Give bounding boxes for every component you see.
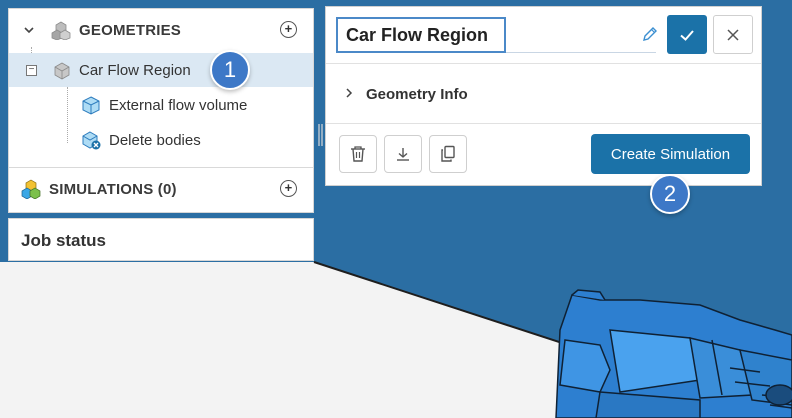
chevron-right-icon[interactable] bbox=[344, 87, 354, 99]
box-delete-icon bbox=[82, 131, 101, 150]
copy-icon bbox=[441, 145, 455, 162]
geometry-item-label: Car Flow Region bbox=[79, 61, 191, 79]
cubes-gray-icon bbox=[51, 21, 71, 40]
geometry-name-input[interactable] bbox=[336, 17, 506, 53]
create-simulation-button[interactable]: Create Simulation bbox=[591, 134, 750, 174]
section-divider bbox=[9, 167, 313, 168]
dialog-divider bbox=[326, 63, 761, 64]
confirm-button[interactable] bbox=[667, 15, 707, 54]
copy-button[interactable] bbox=[429, 135, 467, 173]
tree-item-delete-bodies[interactable]: Delete bodies bbox=[9, 123, 313, 157]
operation-label: Delete bodies bbox=[109, 131, 201, 149]
step-badge-2: 2 bbox=[650, 174, 690, 214]
chevron-down-icon[interactable] bbox=[23, 24, 35, 36]
close-icon bbox=[727, 28, 739, 41]
geometries-label: GEOMETRIES bbox=[79, 21, 182, 39]
dialog-divider bbox=[326, 123, 761, 124]
collapse-toggle[interactable]: − bbox=[26, 65, 37, 76]
simulations-section-header[interactable]: SIMULATIONS (0) + bbox=[9, 172, 313, 206]
operation-label: External flow volume bbox=[109, 96, 248, 114]
add-simulation-button[interactable]: + bbox=[280, 180, 297, 197]
add-geometry-button[interactable]: + bbox=[280, 21, 297, 38]
geometry-dialog: Geometry Info Create Simulation bbox=[325, 6, 762, 186]
job-status-title: Job status bbox=[21, 231, 107, 250]
simulations-label: SIMULATIONS (0) bbox=[49, 180, 177, 198]
job-status-panel[interactable]: Job status bbox=[8, 218, 314, 261]
input-underline bbox=[506, 52, 656, 53]
tree-item-external-flow-volume[interactable]: External flow volume bbox=[9, 88, 313, 122]
tree-panel: GEOMETRIES + − Car Flow Region External … bbox=[8, 8, 314, 213]
step-badge-1: 1 bbox=[210, 50, 250, 90]
cube-gray-icon bbox=[54, 62, 70, 80]
pencil-icon[interactable] bbox=[641, 25, 659, 43]
cubes-color-icon bbox=[21, 179, 41, 199]
cancel-button[interactable] bbox=[713, 15, 753, 54]
geometry-info-toggle[interactable]: Geometry Info bbox=[366, 86, 468, 103]
trash-icon bbox=[351, 146, 365, 162]
geometries-section-header[interactable]: GEOMETRIES + bbox=[9, 13, 313, 47]
download-button[interactable] bbox=[384, 135, 422, 173]
panel-resize-handle[interactable] bbox=[318, 124, 323, 146]
tree-item-car-flow-region[interactable]: − Car Flow Region bbox=[9, 53, 313, 87]
box-blue-icon bbox=[82, 96, 100, 115]
download-icon bbox=[397, 148, 409, 161]
check-icon bbox=[680, 29, 694, 41]
delete-button[interactable] bbox=[339, 135, 377, 173]
